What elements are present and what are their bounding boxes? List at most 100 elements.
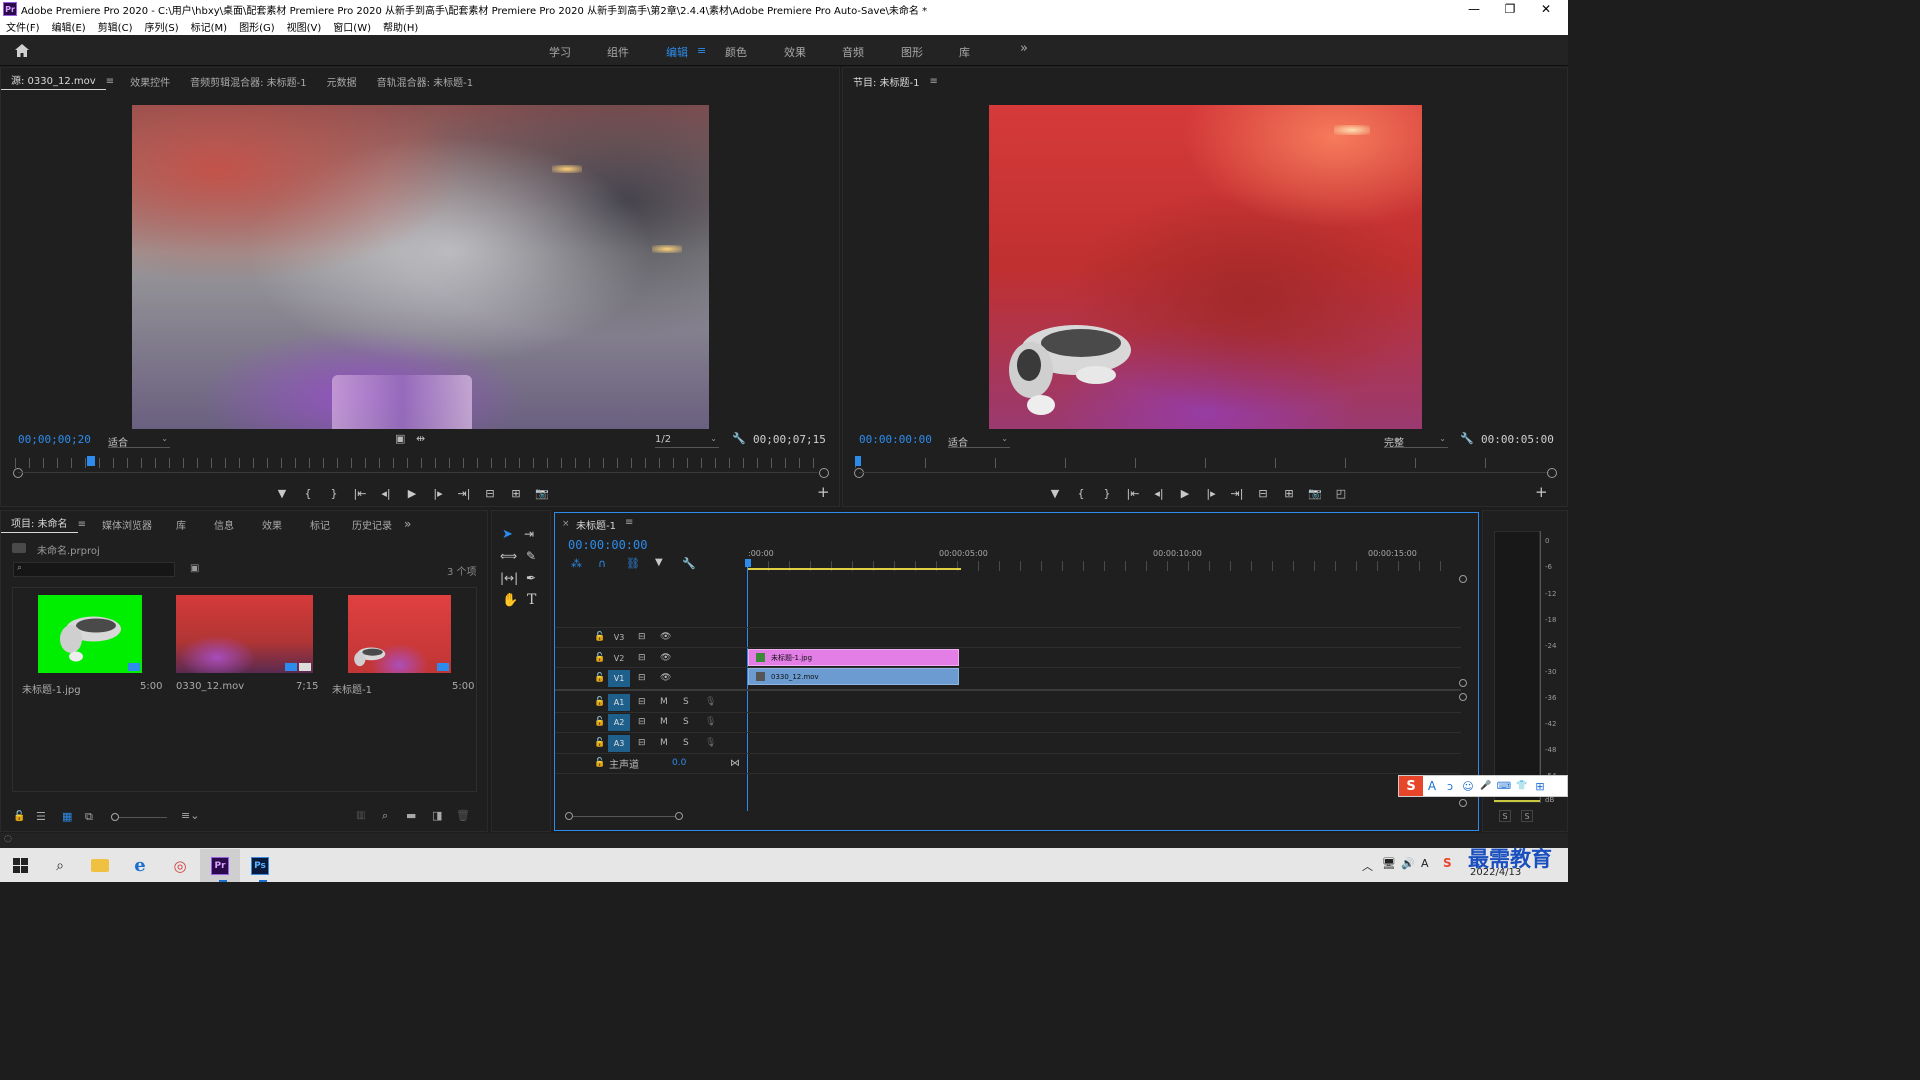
menu-graphics[interactable]: 图形(G) [239,19,275,34]
track-name[interactable]: A3 [608,734,630,752]
premiere-taskbar-icon[interactable]: Pr [200,849,240,882]
program-quality-dropdown[interactable]: 完整 ⌄ [1384,434,1448,449]
minimize-button[interactable]: — [1456,0,1492,18]
zoom-slider[interactable] [119,817,167,818]
project-search-input[interactable]: ⌕ [13,562,175,577]
source-zoom-dropdown[interactable]: 适合 ⌄ [108,434,170,449]
track-name[interactable]: A1 [608,693,630,711]
lock-icon[interactable]: 🔓 [13,811,25,822]
tab-source[interactable]: 源: 0330_12.mov [1,72,106,90]
add-marker-icon[interactable]: ▼ [655,557,663,568]
new-bin-from-search-icon[interactable]: ▣ [190,563,199,574]
wrench-icon[interactable]: 🔧 [1460,432,1474,445]
sync-lock-icon[interactable]: ⊟ [638,653,646,663]
timeline-vertical-scrollbar[interactable] [1459,575,1467,807]
eye-icon[interactable]: 👁 [660,632,671,642]
play-icon[interactable]: ▶ [399,484,425,502]
program-video-frame[interactable] [989,105,1422,429]
lock-icon[interactable]: 🔓 [594,632,605,642]
workspace-tab-libraries[interactable]: 库 [959,44,970,60]
source-zoom-handle-right[interactable] [819,468,829,478]
lock-icon[interactable]: 🔓 [594,738,605,748]
mark-in-icon[interactable]: { [295,484,321,502]
windows-start-icon[interactable] [0,849,40,882]
add-button-icon[interactable]: + [1535,483,1548,501]
ime-lang-icon[interactable]: A [1423,779,1441,793]
tab-effects[interactable]: 效果 [248,517,296,532]
tab-metadata[interactable]: 元数据 [317,74,367,89]
step-forward-icon[interactable]: |▸ [425,484,451,502]
zoom-slider-handle[interactable] [111,813,119,821]
add-button-icon[interactable]: + [817,483,830,501]
timeline-settings-icon[interactable]: 🔧 [682,557,696,570]
search-icon[interactable]: ⌕ [40,849,80,882]
workspace-tab-graphics[interactable]: 图形 [901,44,923,60]
overwrite-icon[interactable]: ⊞ [503,484,529,502]
mark-out-icon[interactable]: } [1094,484,1120,502]
pen-tool-icon[interactable]: ✒ [526,571,536,585]
solo-button[interactable]: S [683,717,689,727]
automate-to-sequence-icon[interactable]: ▥ [356,810,365,821]
mute-button[interactable]: M [660,697,668,707]
workspace-tab-editing[interactable]: 编辑 [666,44,688,60]
work-area-bar[interactable] [748,568,961,570]
project-item-thumbnail[interactable] [38,595,142,673]
ime-skin-icon[interactable]: 👕 [1513,781,1531,791]
track-name[interactable]: V1 [608,669,630,687]
program-current-timecode[interactable]: 00:00:00:00 [859,433,932,446]
mute-button[interactable]: M [660,717,668,727]
sogou-tray-icon[interactable]: S [1443,856,1452,870]
tab-markers[interactable]: 标记 [296,517,344,532]
add-marker-icon[interactable]: ▼ [1042,484,1068,502]
lock-icon[interactable]: 🔓 [594,697,605,707]
microphone-icon[interactable]: 🎙 [705,717,716,727]
panel-menu-icon[interactable]: ≡ [625,517,633,528]
source-video-frame[interactable] [132,105,709,429]
menu-help[interactable]: 帮助(H) [383,19,418,34]
wrench-icon[interactable]: 🔧 [732,432,746,445]
insert-icon[interactable]: ⊟ [477,484,503,502]
go-to-end-icon[interactable]: ⋈ [730,758,740,769]
solo-right-button[interactable]: S [1521,810,1533,822]
menu-window[interactable]: 窗口(W) [333,19,371,34]
step-back-icon[interactable]: ◂| [1146,484,1172,502]
menu-file[interactable]: 文件(F) [6,19,40,34]
app-icon[interactable]: ◎ [160,849,200,882]
lift-icon[interactable]: ⊟ [1250,484,1276,502]
tab-audio-track-mixer[interactable]: 音轨混合器: 未标题-1 [367,74,484,89]
type-tool-icon[interactable]: T [527,592,536,608]
microphone-icon[interactable]: 🎙 [705,738,716,748]
ime-emoji-icon[interactable]: ☺ [1459,780,1477,793]
razor-tool-icon[interactable]: ✎ [526,549,536,563]
file-explorer-icon[interactable] [80,849,120,882]
lock-icon[interactable]: 🔓 [594,673,605,683]
sync-lock-icon[interactable]: ⊟ [638,673,646,683]
restore-button[interactable]: ❐ [1492,0,1528,18]
add-marker-icon[interactable]: ▼ [269,484,295,502]
lock-icon[interactable]: 🔓 [594,717,605,727]
program-zoom-scrollbar[interactable] [859,472,1549,473]
insert-marker-icon[interactable]: ▣ [395,432,405,445]
extract-icon[interactable]: ⊞ [1276,484,1302,502]
home-icon[interactable] [14,43,30,58]
edge-browser-icon[interactable]: e [120,849,160,882]
workspace-menu-icon[interactable]: ≡ [697,44,706,57]
sync-lock-icon[interactable]: ⊟ [638,632,646,642]
timeline-horizontal-scrollbar[interactable] [565,812,683,820]
go-to-out-icon[interactable]: ⇥| [451,484,477,502]
eye-icon[interactable]: 👁 [660,673,671,683]
ime-keyboard-icon[interactable]: ⌨ [1495,781,1513,792]
drag-video-icon[interactable]: ⇹ [416,432,425,445]
new-item-icon[interactable]: ◨ [432,809,442,822]
program-zoom-dropdown[interactable]: 适合 ⌄ [948,434,1010,449]
ime-tools-icon[interactable]: ⊞ [1531,780,1549,793]
volume-icon[interactable]: 🔊 [1401,857,1415,870]
master-volume-value[interactable]: 0.0 [672,758,686,768]
new-bin-icon[interactable]: ▬ [406,809,416,822]
slip-tool-icon[interactable]: |↔| [500,571,518,585]
workspace-tab-audio[interactable]: 音频 [842,44,864,60]
linked-selection-icon[interactable]: ⛓ [626,557,640,570]
panel-menu-icon[interactable]: ≡ [106,76,120,87]
source-zoom-scrollbar[interactable] [18,472,818,473]
nest-icon[interactable]: ⁂ [571,557,582,570]
